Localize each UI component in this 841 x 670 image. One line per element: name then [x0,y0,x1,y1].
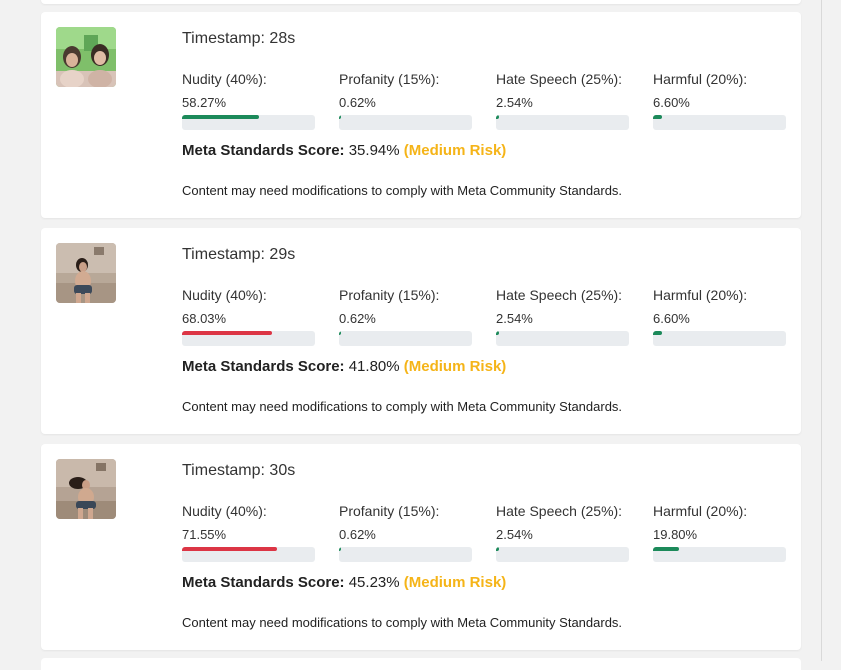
metric-label: Profanity (15%): [339,71,440,87]
metric-label: Profanity (15%): [339,287,440,303]
thumbnail-image [56,27,116,87]
frame-result-card: Timestamp: 28s Nudity (40%): 58.27% Prof… [41,12,801,218]
frame-thumbnail[interactable] [56,27,116,87]
frame-timestamp: Timestamp: 30s [182,462,296,479]
metric-value: 58.27% [182,95,227,110]
risk-level-badge: (Medium Risk) [403,574,507,591]
risk-level-badge: (Medium Risk) [403,358,507,375]
metric-nudity: Nudity (40%): 68.03% [182,287,315,346]
metric-value: 0.62% [339,527,376,542]
metric-profanity: Profanity (15%): 0.62% [339,287,472,346]
thumbnail-image [56,243,116,303]
metric-progress-fill [182,115,260,119]
metric-label: Harmful (20%): [653,503,748,519]
metric-hate-speech: Hate Speech (25%): 2.54% [496,287,629,346]
frame-thumbnail[interactable] [56,243,116,303]
metric-profanity: Profanity (15%): 0.62% [339,71,472,130]
metric-progress-bar [496,115,629,130]
compliance-note: Content may need modifications to comply… [182,615,623,630]
previous-card-edge [41,0,801,4]
metric-label: Hate Speech (25%): [496,71,623,87]
metric-progress-bar [653,331,786,346]
metric-progress-bar [496,331,629,346]
thumbnail-image [56,459,116,519]
metric-progress-bar [496,547,629,562]
metric-label: Profanity (15%): [339,503,440,519]
metric-nudity: Nudity (40%): 71.55% [182,503,315,562]
risk-level-badge: (Medium Risk) [403,142,507,159]
metric-progress-bar [182,331,315,346]
metric-value: 68.03% [182,311,227,326]
metric-hate-speech: Hate Speech (25%): 2.54% [496,71,629,130]
metric-value: 71.55% [182,527,227,542]
metric-harmful: Harmful (20%): 6.60% [653,71,786,130]
frame-result-card: Timestamp: 30s Nudity (40%): 71.55% Prof… [41,444,801,650]
metric-harmful: Harmful (20%): 19.80% [653,503,786,562]
metric-label: Nudity (40%): [182,71,267,87]
metric-progress-fill [339,547,341,551]
metric-hate-speech: Hate Speech (25%): 2.54% [496,503,629,562]
metric-progress-fill [653,115,662,119]
frame-thumbnail[interactable] [56,459,116,519]
metric-label: Hate Speech (25%): [496,287,623,303]
compliance-note: Content may need modifications to comply… [182,399,623,414]
metric-progress-fill [653,331,662,335]
meta-standards-score: Meta Standards Score: 41.80% (Medium Ris… [182,358,506,375]
score-label: Meta Standards Score: [182,358,345,375]
frame-result-card: Timestamp: 29s Nudity (40%): 68.03% Prof… [41,228,801,434]
score-value: 35.94% [348,142,400,159]
score-label: Meta Standards Score: [182,142,345,159]
meta-standards-score: Meta Standards Score: 45.23% (Medium Ris… [182,574,506,591]
metric-value: 2.54% [496,527,533,542]
metric-progress-bar [182,547,315,562]
metric-progress-fill [339,331,341,335]
metric-progress-bar [653,547,786,562]
score-label: Meta Standards Score: [182,574,345,591]
metric-label: Hate Speech (25%): [496,503,623,519]
metric-value: 6.60% [653,95,690,110]
metric-value: 19.80% [653,527,698,542]
metric-progress-fill [653,547,680,551]
metric-value: 6.60% [653,311,690,326]
metric-value: 0.62% [339,95,376,110]
metric-harmful: Harmful (20%): 6.60% [653,287,786,346]
metric-nudity: Nudity (40%): 58.27% [182,71,315,130]
metric-progress-fill [182,331,273,335]
metric-label: Nudity (40%): [182,503,267,519]
next-card-edge [41,658,801,670]
metric-progress-fill [496,331,500,335]
metric-progress-fill [182,547,278,551]
metric-progress-fill [496,547,500,551]
score-value: 45.23% [348,574,400,591]
metric-value: 2.54% [496,311,533,326]
frame-timestamp: Timestamp: 28s [182,30,296,47]
metric-value: 0.62% [339,311,376,326]
metric-progress-fill [339,115,341,119]
metric-label: Nudity (40%): [182,287,267,303]
metric-progress-bar [339,331,472,346]
compliance-note: Content may need modifications to comply… [182,183,623,198]
metric-profanity: Profanity (15%): 0.62% [339,503,472,562]
page-divider [821,0,822,661]
metric-progress-fill [496,115,500,119]
metric-progress-bar [339,115,472,130]
meta-standards-score: Meta Standards Score: 35.94% (Medium Ris… [182,142,506,159]
score-value: 41.80% [348,358,400,375]
metric-value: 2.54% [496,95,533,110]
metric-label: Harmful (20%): [653,287,748,303]
metric-label: Harmful (20%): [653,71,748,87]
frame-timestamp: Timestamp: 29s [182,246,296,263]
metric-progress-bar [339,547,472,562]
metric-progress-bar [653,115,786,130]
metric-progress-bar [182,115,315,130]
